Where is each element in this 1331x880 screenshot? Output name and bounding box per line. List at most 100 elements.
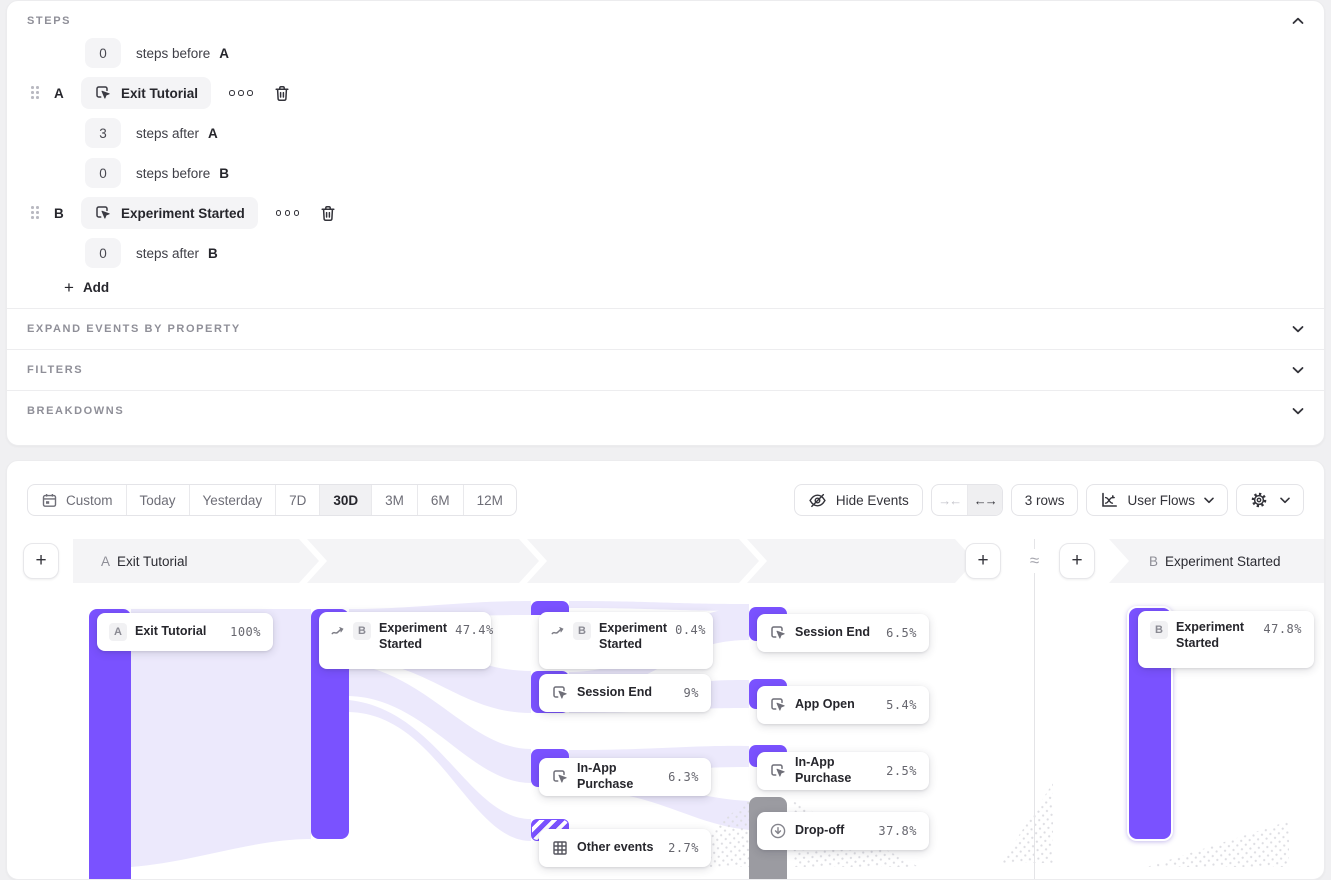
flow-node-card[interactable]: B Experiment Started 47.4%	[319, 612, 491, 669]
drop-off-icon	[769, 822, 787, 840]
section-title: FILTERS	[27, 364, 83, 376]
event-click-icon	[94, 204, 112, 222]
approx-break-symbol: ≈	[1022, 549, 1047, 573]
add-step-before-b-button[interactable]: +	[1059, 543, 1095, 579]
node-percent: 6.3%	[668, 770, 699, 784]
add-label: Add	[83, 280, 109, 295]
flow-node-card[interactable]: B Experiment Started 47.8%	[1138, 611, 1314, 668]
flow-panel: Custom Today Yesterday 7D 30D 3M 6M 12M …	[6, 460, 1325, 880]
more-options-button[interactable]	[229, 90, 253, 96]
event-name: Exit Tutorial	[121, 86, 198, 101]
add-step-after-button[interactable]: +	[965, 543, 1001, 579]
offset-ref: A	[208, 126, 218, 141]
node-percent: 47.8%	[1263, 622, 1302, 636]
node-label: Session End	[577, 685, 652, 701]
flow-node-card[interactable]: In-App Purchase 2.5%	[757, 752, 929, 790]
event-name: Experiment Started	[121, 206, 245, 221]
node-label: Exit Tutorial	[135, 624, 206, 640]
node-label: Drop-off	[795, 823, 844, 839]
event-click-icon	[94, 84, 112, 102]
node-percent: 37.8%	[878, 824, 917, 838]
offset-label: steps before	[136, 46, 210, 61]
add-step-button[interactable]: + Add	[64, 279, 109, 296]
steps-count-input[interactable]: 0	[85, 38, 121, 68]
drag-handle-icon[interactable]	[31, 206, 40, 220]
event-click-icon	[551, 684, 569, 702]
offset-label: steps before	[136, 166, 210, 181]
steps-before-a-row: 0 steps before A	[7, 37, 1304, 69]
steps-count-input[interactable]: 3	[85, 118, 121, 148]
offset-label: steps after	[136, 126, 199, 141]
steps-section-header: STEPS	[7, 1, 1324, 33]
steps-panel: STEPS 0 steps before A A Exit Tutorial	[6, 0, 1325, 446]
indirect-arrow-icon	[551, 625, 565, 636]
node-label: Other events	[577, 840, 653, 856]
event-select-button[interactable]: Exit Tutorial	[81, 77, 211, 109]
offset-ref: B	[208, 246, 218, 261]
node-label: In-App Purchase	[795, 755, 878, 786]
step-letter-badge: B	[353, 622, 371, 640]
flow-node-card[interactable]: Other events 2.7%	[539, 829, 711, 867]
offset-ref: A	[219, 46, 229, 61]
flow-node-card[interactable]: Session End 6.5%	[757, 614, 929, 652]
flow-node-card[interactable]: A Exit Tutorial 100%	[97, 613, 273, 651]
node-percent: 2.7%	[668, 841, 699, 855]
event-select-button[interactable]: Experiment Started	[81, 197, 258, 229]
node-percent: 0.4%	[675, 623, 706, 637]
event-click-icon	[769, 762, 787, 780]
collapse-steps-icon[interactable]	[1292, 17, 1304, 25]
flow-break-divider	[1034, 539, 1035, 879]
step-letter-badge: B	[573, 622, 591, 640]
steps-after-a-row: 3 steps after A	[7, 117, 1304, 149]
drag-handle-icon[interactable]	[31, 86, 40, 100]
steps-rows: 0 steps before A A Exit Tutorial	[7, 33, 1324, 296]
node-percent: 5.4%	[886, 698, 917, 712]
node-percent: 47.4%	[455, 623, 494, 637]
delete-step-button[interactable]	[273, 84, 291, 103]
indirect-arrow-icon	[331, 625, 345, 636]
node-label: Experiment Started	[599, 621, 667, 652]
plus-icon: +	[64, 279, 74, 296]
section-filters[interactable]: FILTERS	[7, 349, 1324, 390]
flow-node-card[interactable]: Session End 9%	[539, 674, 711, 712]
node-label: Experiment Started	[1176, 620, 1250, 651]
chevron-down-icon	[1292, 325, 1304, 333]
flow-node-card-drop-off[interactable]: Drop-off 37.8%	[757, 812, 929, 850]
add-step-before-button[interactable]: +	[23, 543, 59, 579]
step-row-a: A Exit Tutorial	[7, 77, 1304, 109]
section-expand-events[interactable]: EXPAND EVENTS BY PROPERTY	[7, 308, 1324, 349]
step-letter-badge: A	[109, 623, 127, 641]
step-letter: A	[54, 86, 68, 101]
node-label: Session End	[795, 625, 870, 641]
node-percent: 9%	[684, 686, 699, 700]
node-percent: 100%	[230, 625, 261, 639]
chevron-down-icon	[1292, 366, 1304, 374]
node-label: In-App Purchase	[577, 761, 660, 792]
step-letter-badge: B	[1150, 621, 1168, 639]
section-title: EXPAND EVENTS BY PROPERTY	[27, 323, 241, 335]
offset-ref: B	[219, 166, 229, 181]
node-label: App Open	[795, 697, 855, 713]
event-click-icon	[769, 696, 787, 714]
flow-node-card[interactable]: In-App Purchase 6.3%	[539, 758, 711, 796]
delete-step-button[interactable]	[319, 204, 337, 223]
flow-node-card[interactable]: App Open 5.4%	[757, 686, 929, 724]
offset-label: steps after	[136, 246, 199, 261]
steps-section-title: STEPS	[27, 15, 71, 27]
step-letter: B	[54, 206, 68, 221]
node-label: Experiment Started	[379, 621, 447, 652]
section-title: BREAKDOWNS	[27, 405, 124, 417]
steps-count-input[interactable]: 0	[85, 238, 121, 268]
chevron-down-icon	[1292, 407, 1304, 415]
event-click-icon	[551, 768, 569, 786]
event-click-icon	[769, 624, 787, 642]
steps-before-b-row: 0 steps before B	[7, 157, 1304, 189]
node-percent: 6.5%	[886, 626, 917, 640]
steps-after-b-row: 0 steps after B	[7, 237, 1304, 269]
grid-icon	[551, 839, 569, 857]
section-breakdowns[interactable]: BREAKDOWNS	[7, 390, 1324, 431]
more-options-button[interactable]	[276, 210, 300, 216]
flow-node-card[interactable]: B Experiment Started 0.4%	[539, 612, 713, 669]
step-row-b: B Experiment Started	[7, 197, 1304, 229]
steps-count-input[interactable]: 0	[85, 158, 121, 188]
